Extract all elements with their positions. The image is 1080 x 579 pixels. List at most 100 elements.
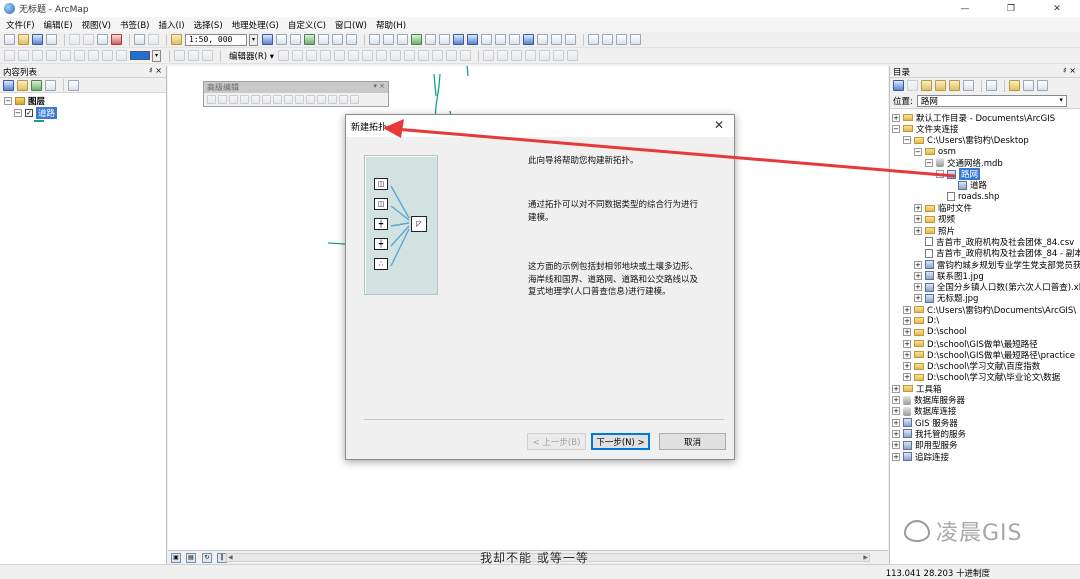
- construct-polygons-icon[interactable]: [306, 95, 315, 104]
- topology-icon[interactable]: [483, 50, 495, 61]
- forward-icon[interactable]: [907, 80, 918, 91]
- expand-icon[interactable]: +: [914, 226, 922, 235]
- expand-icon[interactable]: +: [903, 350, 911, 359]
- tree-item[interactable]: + D:\school\学习文献\百度指数: [892, 361, 1080, 372]
- color-dropdown-icon[interactable]: ▾: [152, 49, 161, 62]
- expand-icon[interactable]: +: [892, 113, 900, 122]
- layer-row[interactable]: − ✓ 道路: [4, 107, 166, 119]
- back-icon[interactable]: [893, 80, 904, 91]
- connect-folder-icon[interactable]: [949, 80, 960, 91]
- shift-icon[interactable]: [46, 50, 57, 61]
- copy-icon[interactable]: [83, 34, 94, 45]
- home-icon[interactable]: [921, 80, 932, 91]
- dialog-title-bar[interactable]: 新建拓扑 ✕: [346, 115, 734, 137]
- tree-item[interactable]: + D:\school: [892, 327, 1080, 338]
- validate-icon[interactable]: [525, 50, 537, 61]
- tree-item[interactable]: + D:\school\GIS做单\最短路径\practice: [892, 349, 1080, 361]
- map-scale-input[interactable]: 1:50, 000: [185, 33, 247, 46]
- fixed-zoom-in-icon[interactable]: [425, 34, 436, 45]
- rotate-icon[interactable]: [32, 50, 43, 61]
- sketch-properties-icon[interactable]: [446, 50, 458, 61]
- scroll-left-icon[interactable]: ◀: [228, 554, 233, 561]
- tree-item[interactable]: − C:\Users\雷钧杓\Desktop: [892, 135, 1080, 146]
- cut-polygons-icon[interactable]: [390, 50, 402, 61]
- tree-item[interactable]: + C:\Users\雷钧杓\Documents\ArcGIS\: [892, 304, 1080, 315]
- menu-selection[interactable]: 选择(S): [194, 19, 223, 31]
- generalize-icon[interactable]: [273, 95, 282, 104]
- copy-features-icon[interactable]: [207, 95, 216, 104]
- toc-window-icon[interactable]: [276, 34, 287, 45]
- undo-icon[interactable]: [134, 34, 145, 45]
- next-button[interactable]: 下一步(N) >: [591, 433, 650, 450]
- create-features-icon[interactable]: [460, 50, 472, 61]
- expand-icon[interactable]: +: [903, 339, 911, 348]
- select-features-icon[interactable]: [481, 34, 492, 45]
- tree-item[interactable]: + 追踪连接: [892, 451, 1080, 462]
- back-button[interactable]: < 上一步(B): [527, 433, 586, 450]
- identify-icon[interactable]: [523, 34, 534, 45]
- expand-icon[interactable]: +: [892, 429, 900, 438]
- layer-tool-icon[interactable]: [18, 50, 29, 61]
- restore-button[interactable]: ❐: [988, 0, 1034, 17]
- add-data-icon[interactable]: [171, 34, 182, 45]
- scroll-right-icon[interactable]: ▶: [863, 554, 868, 561]
- open-icon[interactable]: [18, 34, 29, 45]
- endpoint-arc-icon[interactable]: [320, 50, 332, 61]
- straight-segment-icon[interactable]: [306, 50, 318, 61]
- toc-options-icon[interactable]: [68, 79, 79, 91]
- expand-icon[interactable]: +: [903, 373, 911, 382]
- menu-windows[interactable]: 窗口(W): [335, 19, 367, 31]
- tree-item[interactable]: + 我托管的服务: [892, 428, 1080, 440]
- tree-item[interactable]: + 无标题.jpg: [892, 293, 1080, 304]
- edit-vertices-icon[interactable]: [362, 50, 374, 61]
- edit-tool-icon[interactable]: [278, 50, 290, 61]
- trim-icon[interactable]: [240, 95, 249, 104]
- zoom-out-icon[interactable]: [383, 34, 394, 45]
- catalog-pin-close[interactable]: ♯ ×: [1063, 66, 1076, 75]
- collapse-icon[interactable]: −: [925, 158, 933, 167]
- edit-annotation-icon[interactable]: [292, 50, 304, 61]
- construct-points-icon[interactable]: [295, 95, 304, 104]
- expand-icon[interactable]: +: [892, 418, 900, 427]
- menu-bookmarks[interactable]: 书签(B): [120, 19, 149, 31]
- expand-icon[interactable]: +: [903, 316, 911, 325]
- expand-icon[interactable]: +: [914, 204, 922, 213]
- view-options-icon[interactable]: [986, 80, 997, 91]
- tree-item[interactable]: + D:\school\GIS做单\最短路径: [892, 338, 1080, 349]
- hyperlink-icon[interactable]: [565, 34, 576, 45]
- split-icon[interactable]: [404, 50, 416, 61]
- tree-item[interactable]: + 联系图1.jpg: [892, 270, 1080, 281]
- tree-item[interactable]: + 数据库连接: [892, 406, 1080, 417]
- tree-item[interactable]: 道路: [892, 180, 1080, 191]
- measure-icon[interactable]: [551, 34, 562, 45]
- paste-icon[interactable]: [97, 34, 108, 45]
- toc-pin-close[interactable]: ♯ ×: [149, 66, 162, 75]
- list-by-drawing-order-icon[interactable]: [3, 79, 14, 91]
- error-inspector-icon[interactable]: [539, 50, 551, 61]
- tree-item[interactable]: − 路网: [892, 168, 1080, 180]
- map-topology-icon[interactable]: [497, 50, 509, 61]
- tree-item[interactable]: roads.shp: [892, 191, 1080, 202]
- expand-icon[interactable]: +: [914, 260, 922, 269]
- collapse-icon[interactable]: −: [14, 109, 22, 117]
- fill-color-swatch[interactable]: [130, 51, 150, 60]
- expand-icon[interactable]: +: [914, 283, 922, 292]
- tree-item[interactable]: 吉首市_政府机构及社会团体_84 - 副本: [892, 248, 1080, 259]
- forward-extent-icon[interactable]: [467, 34, 478, 45]
- extend-icon[interactable]: [229, 95, 238, 104]
- print-icon[interactable]: [46, 34, 57, 45]
- save-icon[interactable]: [32, 34, 43, 45]
- dialog-close-icon[interactable]: ✕: [714, 118, 724, 132]
- fixed-zoom-out-icon[interactable]: [439, 34, 450, 45]
- data-view-icon[interactable]: ▣: [171, 552, 181, 563]
- fillet-icon[interactable]: [218, 95, 227, 104]
- delete-icon[interactable]: [111, 34, 122, 45]
- full-extent-icon[interactable]: [411, 34, 422, 45]
- smooth-icon[interactable]: [284, 95, 293, 104]
- new-topology-dialog[interactable]: 新建拓扑 ✕ ◫ ◫ ┿ ┿ ∴ ◸ 此向导将帮助您构建新拓扑。 通过拓扑可以对…: [345, 114, 735, 460]
- expand-icon[interactable]: +: [914, 271, 922, 280]
- location-input[interactable]: 路网 ▾: [916, 94, 1067, 107]
- scale-dropdown-icon[interactable]: ▾: [249, 33, 258, 46]
- minimize-button[interactable]: —: [942, 0, 988, 17]
- cancel-button[interactable]: 取消: [659, 433, 726, 450]
